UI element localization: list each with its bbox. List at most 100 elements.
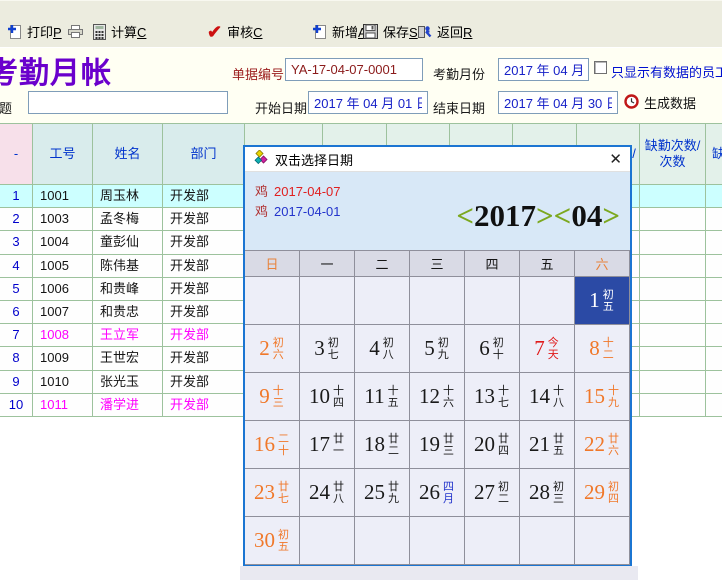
department-cell[interactable]: 开发部 xyxy=(163,301,245,324)
calendar-day-1[interactable]: 1初五 xyxy=(575,277,630,325)
department-cell[interactable]: 开发部 xyxy=(163,185,245,208)
date-picker-dialog[interactable]: 双击选择日期 ✕ 鸡2017-04-07 鸡2017-04-01 <2017><… xyxy=(243,145,632,566)
empty-data-cell[interactable] xyxy=(640,278,706,301)
calendar-day-12[interactable]: 12十六 xyxy=(410,373,465,421)
employee-name-cell[interactable]: 王世宏 xyxy=(93,347,163,370)
empty-data-cell[interactable] xyxy=(706,231,722,254)
calendar-day-13[interactable]: 13十七 xyxy=(465,373,520,421)
calendar-empty-cell[interactable] xyxy=(465,517,520,565)
empty-data-cell[interactable] xyxy=(640,301,706,324)
empty-data-cell[interactable] xyxy=(640,324,706,347)
calendar-day-26[interactable]: 26四月 xyxy=(410,469,465,517)
calendar-empty-cell[interactable] xyxy=(300,517,355,565)
empty-data-cell[interactable] xyxy=(706,208,722,231)
filter-checkbox[interactable] xyxy=(594,61,607,74)
row-number-cell[interactable]: 6 xyxy=(0,301,33,324)
calendar-day-10[interactable]: 10十四 xyxy=(300,373,355,421)
employee-id-cell[interactable]: 1005 xyxy=(33,255,93,278)
generate-data-button[interactable]: 生成数据 xyxy=(624,93,696,112)
employee-name-cell[interactable]: 孟冬梅 xyxy=(93,208,163,231)
subject-input[interactable] xyxy=(28,91,228,114)
row-number-cell[interactable]: 2 xyxy=(0,208,33,231)
row-number-cell[interactable]: 3 xyxy=(0,231,33,254)
calendar-day-14[interactable]: 14十八 xyxy=(520,373,575,421)
empty-data-cell[interactable] xyxy=(706,394,722,417)
month-next-bracket[interactable]: > xyxy=(602,198,620,233)
year-prev-bracket[interactable]: < xyxy=(456,198,474,233)
empty-data-cell[interactable] xyxy=(706,347,722,370)
column-header[interactable]: 工号 xyxy=(33,124,93,185)
employee-name-cell[interactable]: 童彭仙 xyxy=(93,231,163,254)
row-number-cell[interactable]: 10 xyxy=(0,394,33,417)
toolbar-button-back[interactable]: 返回R xyxy=(417,22,472,41)
calendar-empty-cell[interactable] xyxy=(520,277,575,325)
column-header[interactable]: 姓名 xyxy=(93,124,163,185)
department-cell[interactable]: 开发部 xyxy=(163,278,245,301)
calendar-day-5[interactable]: 5初九 xyxy=(410,325,465,373)
empty-data-cell[interactable] xyxy=(640,347,706,370)
employee-id-cell[interactable]: 1006 xyxy=(33,278,93,301)
calendar-day-15[interactable]: 15十九 xyxy=(575,373,630,421)
empty-data-cell[interactable] xyxy=(706,255,722,278)
calendar-empty-cell[interactable] xyxy=(245,277,300,325)
empty-data-cell[interactable] xyxy=(640,255,706,278)
calendar-day-2[interactable]: 2初六 xyxy=(245,325,300,373)
empty-data-cell[interactable] xyxy=(640,371,706,394)
year-next-bracket[interactable]: > xyxy=(536,198,554,233)
employee-name-cell[interactable]: 王立军 xyxy=(93,324,163,347)
employee-name-cell[interactable]: 和贵峰 xyxy=(93,278,163,301)
month-input[interactable] xyxy=(498,58,589,81)
empty-data-cell[interactable] xyxy=(706,324,722,347)
calendar-day-6[interactable]: 6初十 xyxy=(465,325,520,373)
calendar-day-3[interactable]: 3初七 xyxy=(300,325,355,373)
column-header[interactable]: 缺勤次数/次数 xyxy=(640,124,706,185)
calendar-empty-cell[interactable] xyxy=(300,277,355,325)
calendar-day-16[interactable]: 16二十 xyxy=(245,421,300,469)
doc-no-input[interactable] xyxy=(285,58,423,81)
column-header[interactable]: 缺 xyxy=(706,124,722,185)
calendar-day-23[interactable]: 23廿七 xyxy=(245,469,300,517)
employee-id-cell[interactable]: 1008 xyxy=(33,324,93,347)
toolbar-button-print[interactable]: 打印P xyxy=(7,22,84,41)
row-number-cell[interactable]: 5 xyxy=(0,278,33,301)
calendar-empty-cell[interactable] xyxy=(575,517,630,565)
employee-id-cell[interactable]: 1010 xyxy=(33,371,93,394)
calendar-day-7[interactable]: 7今天 xyxy=(520,325,575,373)
department-cell[interactable]: 开发部 xyxy=(163,324,245,347)
employee-name-cell[interactable]: 潘学进 xyxy=(93,394,163,417)
row-number-cell[interactable]: 7 xyxy=(0,324,33,347)
calendar-day-25[interactable]: 25廿九 xyxy=(355,469,410,517)
department-cell[interactable]: 开发部 xyxy=(163,371,245,394)
employee-name-cell[interactable]: 和贵忠 xyxy=(93,301,163,324)
calendar-day-30[interactable]: 30初五 xyxy=(245,517,300,565)
year-month-selector[interactable]: <2017><04> xyxy=(456,198,620,234)
calendar-day-20[interactable]: 20廿四 xyxy=(465,421,520,469)
calendar-day-8[interactable]: 8十二 xyxy=(575,325,630,373)
employee-name-cell[interactable]: 张光玉 xyxy=(93,371,163,394)
start-date-input[interactable] xyxy=(308,91,428,114)
row-number-cell[interactable]: 9 xyxy=(0,371,33,394)
toolbar-button-audit[interactable]: ✔审核C xyxy=(207,22,263,41)
calendar-day-28[interactable]: 28初三 xyxy=(520,469,575,517)
calendar-day-17[interactable]: 17廿一 xyxy=(300,421,355,469)
calendar-day-22[interactable]: 22廿六 xyxy=(575,421,630,469)
empty-data-cell[interactable] xyxy=(706,371,722,394)
month-prev-bracket[interactable]: < xyxy=(554,198,572,233)
employee-id-cell[interactable]: 1011 xyxy=(33,394,93,417)
empty-data-cell[interactable] xyxy=(640,208,706,231)
calendar-day-19[interactable]: 19廿三 xyxy=(410,421,465,469)
calendar-empty-cell[interactable] xyxy=(520,517,575,565)
empty-data-cell[interactable] xyxy=(640,231,706,254)
calendar-day-4[interactable]: 4初八 xyxy=(355,325,410,373)
calendar-day-11[interactable]: 11十五 xyxy=(355,373,410,421)
toolbar-button-add[interactable]: 新增A xyxy=(312,22,367,41)
column-header[interactable]: - xyxy=(0,124,33,185)
employee-name-cell[interactable]: 陈伟基 xyxy=(93,255,163,278)
department-cell[interactable]: 开发部 xyxy=(163,208,245,231)
calendar-day-29[interactable]: 29初四 xyxy=(575,469,630,517)
employee-id-cell[interactable]: 1001 xyxy=(33,185,93,208)
column-header[interactable]: 部门 xyxy=(163,124,245,185)
department-cell[interactable]: 开发部 xyxy=(163,255,245,278)
calendar-day-21[interactable]: 21廿五 xyxy=(520,421,575,469)
employee-id-cell[interactable]: 1009 xyxy=(33,347,93,370)
